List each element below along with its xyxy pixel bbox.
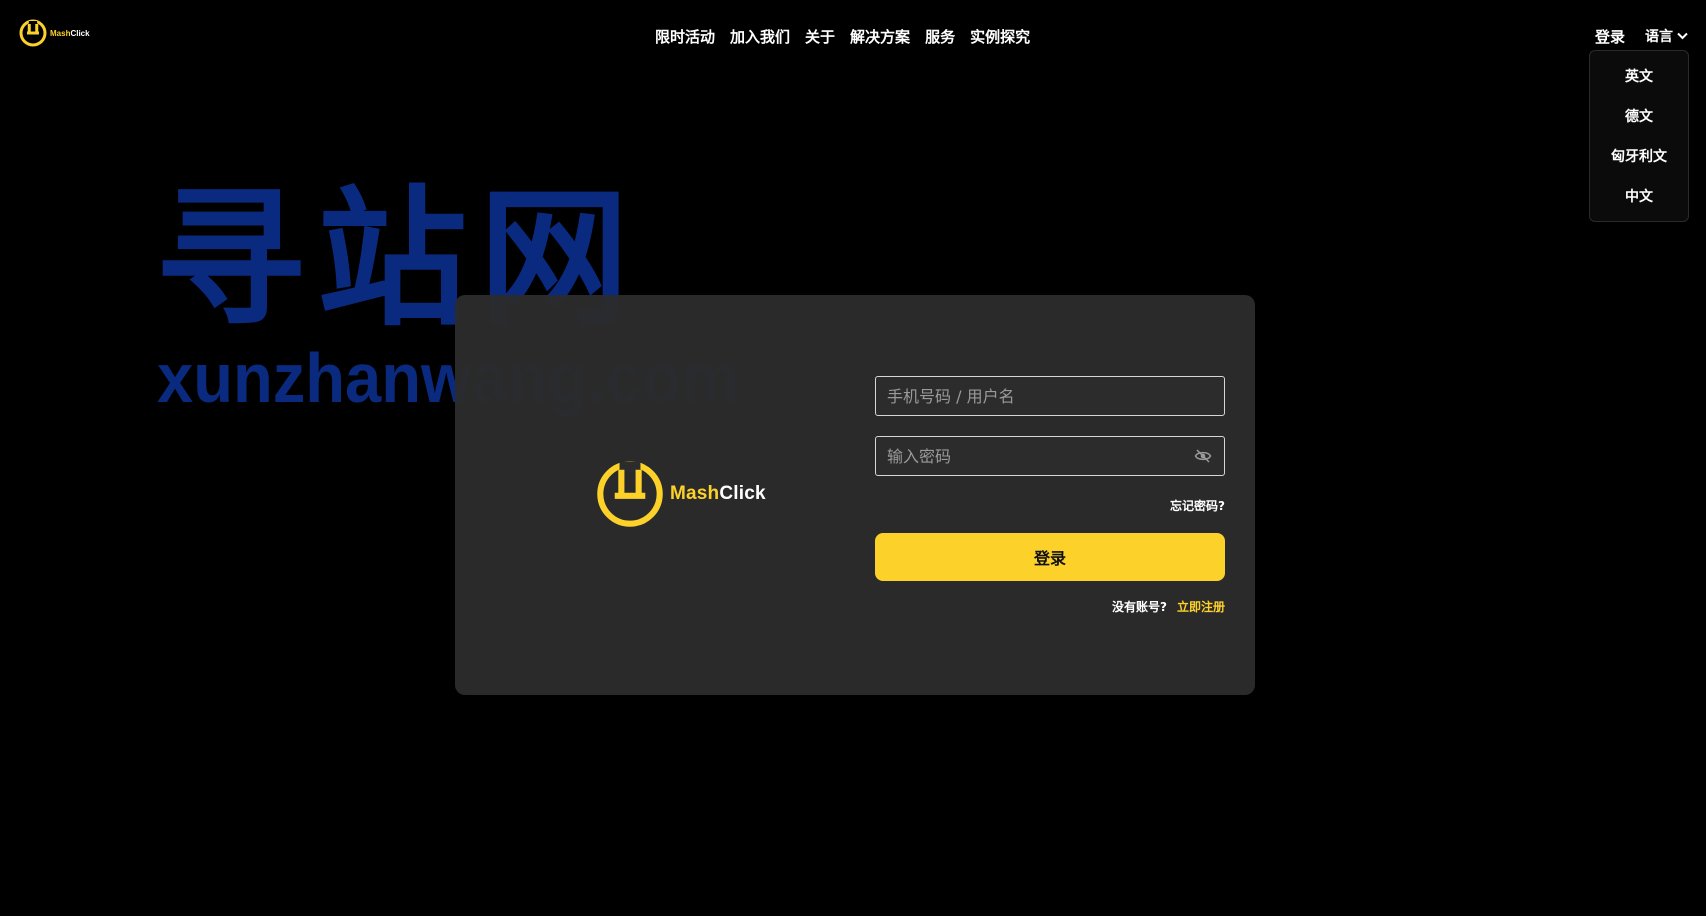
language-label: 语言 xyxy=(1645,29,1673,45)
chevron-down-icon xyxy=(1677,32,1688,40)
header-login-link[interactable]: 登录 xyxy=(1595,26,1625,47)
nav-item-services[interactable]: 服务 xyxy=(925,26,955,47)
register-link[interactable]: 立即注册 xyxy=(1177,598,1225,615)
nav-item-about[interactable]: 关于 xyxy=(805,26,835,47)
language-option-hungarian[interactable]: 匈牙利文 xyxy=(1590,139,1688,179)
login-card: MashClick 忘记密码? 登录 没有账号? 立即注册 xyxy=(455,295,1255,695)
language-option-german[interactable]: 德文 xyxy=(1590,99,1688,139)
no-account-text: 没有账号? xyxy=(1112,600,1167,614)
language-option-english[interactable]: 英文 xyxy=(1590,59,1688,99)
username-input[interactable] xyxy=(876,377,1224,415)
language-dropdown: 英文 德文 匈牙利文 中文 xyxy=(1589,50,1689,222)
main-nav: 限时活动 加入我们 关于 解决方案 服务 实例探究 xyxy=(655,26,1030,47)
nav-item-join-us[interactable]: 加入我们 xyxy=(730,26,790,47)
signup-prompt: 没有账号? 立即注册 xyxy=(1112,598,1225,615)
brand-logo[interactable]: MashClick xyxy=(18,18,90,48)
password-input[interactable] xyxy=(876,437,1224,475)
power-icon xyxy=(19,19,47,47)
password-field xyxy=(875,436,1225,476)
forgot-password-link[interactable]: 忘记密码? xyxy=(1170,497,1225,514)
username-field xyxy=(875,376,1225,416)
nav-item-case-studies[interactable]: 实例探究 xyxy=(970,26,1030,47)
nav-item-solutions[interactable]: 解决方案 xyxy=(850,26,910,47)
brand-name: MashClick xyxy=(50,28,90,38)
nav-item-promotions[interactable]: 限时活动 xyxy=(655,26,715,47)
language-option-chinese[interactable]: 中文 xyxy=(1590,179,1688,219)
power-icon xyxy=(597,461,663,527)
language-toggle[interactable]: 语言 xyxy=(1645,26,1688,46)
card-brand-logo: MashClick xyxy=(594,458,766,530)
eye-off-icon[interactable] xyxy=(1194,448,1212,464)
login-submit-button[interactable]: 登录 xyxy=(875,533,1225,581)
top-header: MashClick 限时活动 加入我们 关于 解决方案 服务 实例探究 登录 语… xyxy=(0,0,1706,72)
card-brand-name: MashClick xyxy=(670,483,766,504)
